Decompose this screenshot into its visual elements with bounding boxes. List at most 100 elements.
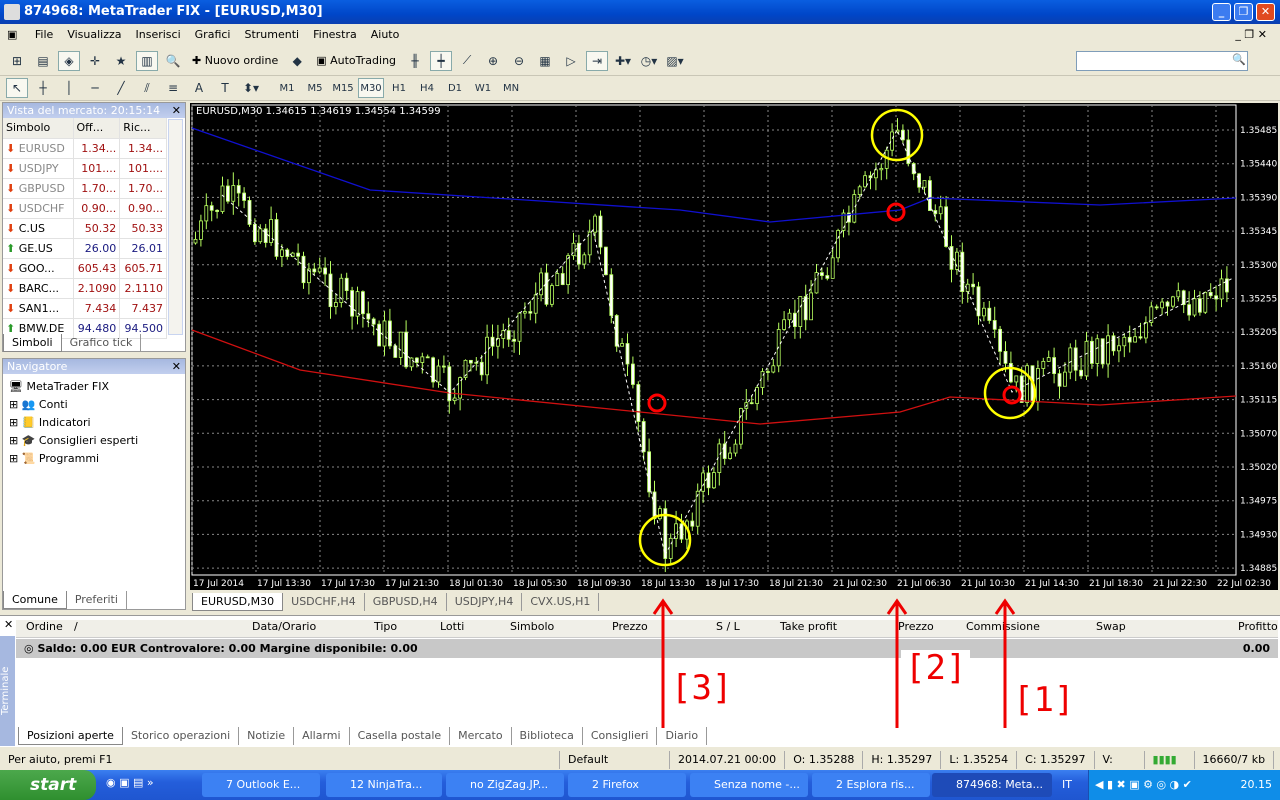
close-icon[interactable]: ✕ [172, 103, 181, 118]
taskbar-item[interactable]: 2 Firefox [568, 773, 686, 797]
chart-tab[interactable]: USDJPY,H4 [447, 593, 523, 611]
timeframe-mn[interactable]: MN [498, 78, 524, 98]
market-watch-row[interactable]: ⬇ C.US 50.32 50.33 [3, 218, 167, 239]
channel-icon[interactable]: ⫽ [136, 78, 158, 98]
autoscroll-icon[interactable]: ▷ [560, 51, 582, 71]
menu-help[interactable]: Aiuto [371, 28, 400, 41]
tile-windows-icon[interactable]: ▦ [534, 51, 556, 71]
column-header[interactable]: Ric... [119, 118, 167, 139]
terminal-tab[interactable]: Diario [657, 727, 708, 745]
line-chart-icon[interactable]: ⟋ [456, 51, 478, 71]
nav-scripts[interactable]: ⊞ 📜 Programmi [9, 450, 179, 468]
crosshair-icon[interactable]: ┼ [32, 78, 54, 98]
search-input[interactable] [1076, 51, 1248, 71]
trendline-icon[interactable]: ╱ [110, 78, 132, 98]
column-header[interactable]: / [74, 620, 78, 633]
menu-view[interactable]: Visualizza [67, 28, 121, 41]
chart-tab[interactable]: USDCHF,H4 [283, 593, 365, 611]
metaeditor-icon[interactable]: ◆ [286, 51, 308, 71]
templates-icon[interactable]: ▨▾ [664, 51, 686, 71]
terminal-icon[interactable]: ▥ [136, 50, 158, 71]
chart-shift-icon[interactable]: ⇥ [586, 50, 609, 71]
market-watch-row[interactable]: ⬆ GE.US 26.00 26.01 [3, 238, 167, 259]
column-header[interactable]: Prezzo [612, 620, 648, 633]
menu-window[interactable]: Finestra [313, 28, 357, 41]
terminal-tab[interactable]: Biblioteca [512, 727, 583, 745]
indicators-icon[interactable]: ✚▾ [612, 51, 634, 71]
chart-tab[interactable]: CVX.US,H1 [522, 593, 600, 611]
minimize-button[interactable]: _ [1212, 3, 1231, 21]
chart-tab[interactable]: EURUSD,M30 [192, 593, 284, 611]
data-window-icon[interactable]: ✛ [84, 51, 106, 71]
profiles-icon[interactable]: ▤ [32, 51, 54, 71]
timeframe-w1[interactable]: W1 [470, 78, 496, 98]
terminal-tab[interactable]: Mercato [450, 727, 512, 745]
tab-common[interactable]: Comune [3, 591, 67, 609]
menu-charts[interactable]: Grafici [195, 28, 231, 41]
column-header[interactable]: Simbolo [3, 118, 74, 139]
market-watch-row[interactable]: ⬇ GBPUSD 1.70... 1.70... [3, 178, 167, 199]
bar-chart-icon[interactable]: ╫ [404, 51, 426, 71]
column-header[interactable]: Tipo [374, 620, 397, 633]
nav-accounts[interactable]: ⊞ 👥 Conti [9, 396, 179, 414]
tab-tick-chart[interactable]: Grafico tick [62, 334, 142, 352]
market-watch-row[interactable]: ⬇ SAN1... 7.434 7.437 [3, 298, 167, 319]
autotrading-button[interactable]: ▣ AutoTrading [312, 54, 400, 67]
new-chart-icon[interactable]: ⊞ [6, 51, 28, 71]
taskbar-item[interactable]: no ZigZag.JP... [446, 773, 564, 797]
nav-root[interactable]: 🖥 MetaTrader FIX [9, 378, 179, 396]
chart-tab[interactable]: GBPUSD,H4 [365, 593, 447, 611]
new-order-button[interactable]: ✚ Nuovo ordine [188, 54, 282, 67]
column-header[interactable]: Data/Orario [252, 620, 316, 633]
taskbar-item[interactable]: 12 NinjaTra... [326, 773, 442, 797]
market-watch-row[interactable]: ⬇ BARC... 2.1090 2.1110 [3, 278, 167, 299]
balance-row[interactable]: ◎ Saldo: 0.00 EUR Controvalore: 0.00 Mar… [16, 639, 1278, 658]
scrollbar[interactable] [168, 119, 183, 335]
menu-insert[interactable]: Inserisci [136, 28, 181, 41]
mdi-controls[interactable]: _ ❐ ✕ [1235, 24, 1267, 45]
terminal-tab[interactable]: Casella postale [350, 727, 451, 745]
taskbar-item[interactable]: Senza nome -... [690, 773, 808, 797]
timeframe-m5[interactable]: M5 [302, 78, 328, 98]
tab-symbols[interactable]: Simboli [3, 334, 62, 352]
search-icon[interactable]: 🔍 [1232, 53, 1246, 66]
arrows-icon[interactable]: ⬍▾ [240, 78, 262, 98]
timeframe-d1[interactable]: D1 [442, 78, 468, 98]
timeframe-h4[interactable]: H4 [414, 78, 440, 98]
terminal-tab[interactable]: Posizioni aperte [18, 727, 123, 745]
nav-experts[interactable]: ⊞ 🎓 Consiglieri esperti [9, 432, 179, 450]
terminal-tab[interactable]: Storico operazioni [123, 727, 240, 745]
market-watch-icon[interactable]: ◈ [58, 50, 80, 71]
close-icon[interactable]: ✕ [172, 359, 181, 374]
timeframe-m15[interactable]: M15 [330, 78, 356, 98]
tab-favorites[interactable]: Preferiti [67, 591, 127, 609]
chart-canvas[interactable]: 17 Jul 2014 17 Jul 13:30 17 Jul 17:30 17 Ju… [190, 103, 1278, 590]
language-indicator[interactable]: IT [1062, 778, 1072, 791]
cursor-icon[interactable]: ↖ [6, 78, 28, 98]
taskbar-item[interactable]: 2 Esplora ris... [812, 773, 930, 797]
terminal-tab[interactable]: Consiglieri [583, 727, 658, 745]
timeframe-m30[interactable]: M30 [358, 78, 384, 98]
timeframe-m1[interactable]: M1 [274, 78, 300, 98]
periods-icon[interactable]: ◷▾ [638, 51, 660, 71]
column-header[interactable]: Lotti [440, 620, 464, 633]
taskbar-item[interactable]: 7 Outlook E... [202, 773, 320, 797]
column-header[interactable]: Simbolo [510, 620, 554, 633]
close-button[interactable]: ✕ [1256, 3, 1275, 21]
horizontal-line-icon[interactable]: ─ [84, 78, 106, 98]
taskbar-item[interactable]: 874968: Meta... [932, 773, 1052, 797]
column-header[interactable]: Take profit [780, 620, 837, 633]
maximize-button[interactable]: ❐ [1234, 3, 1253, 21]
column-header[interactable]: Ordine [26, 620, 63, 633]
market-watch-row[interactable]: ⬇ EURUSD 1.34... 1.34... [3, 138, 167, 159]
candlestick-icon[interactable]: ┿ [430, 50, 453, 71]
vertical-line-icon[interactable]: │ [58, 78, 80, 98]
fibonacci-icon[interactable]: ≡ [162, 78, 184, 98]
column-header[interactable]: Off... [73, 118, 121, 139]
tester-icon[interactable]: 🔍 [162, 51, 184, 71]
zoom-in-icon[interactable]: ⊕ [482, 51, 504, 71]
column-header[interactable]: Swap [1096, 620, 1126, 633]
market-watch-row[interactable]: ⬇ GOO... 605.43 605.71 [3, 258, 167, 279]
nav-indicators[interactable]: ⊞ 📒 Indicatori [9, 414, 179, 432]
terminal-tab[interactable]: Notizie [239, 727, 295, 745]
